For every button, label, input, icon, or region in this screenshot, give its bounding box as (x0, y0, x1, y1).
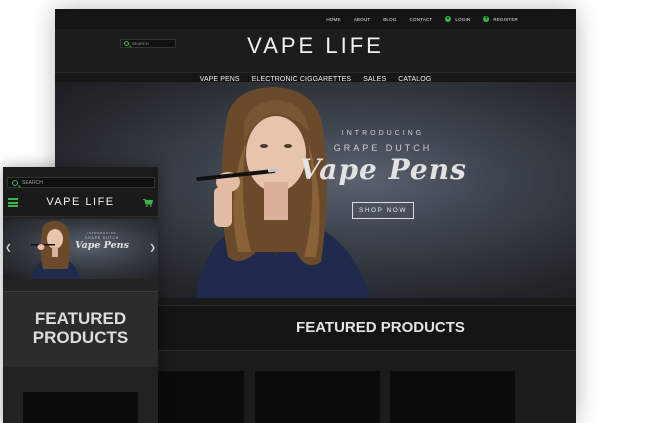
register-link[interactable]: REGISTER (483, 15, 518, 23)
hero-product: GRAPE DUTCH (333, 143, 433, 153)
mobile-product-grid (3, 367, 158, 423)
product-card[interactable] (23, 392, 138, 423)
product-card[interactable] (255, 371, 380, 423)
mobile-hero-intro: INTRODUCING (87, 232, 117, 235)
plus-circle-icon (483, 15, 490, 23)
login-label: LOGIN (455, 16, 471, 22)
mobile-hero-script-title: Vape Pens (75, 240, 129, 251)
product-card[interactable] (390, 371, 515, 423)
hero-copy: INTRODUCING GRAPE DUTCH Vape Pens SHOP N… (293, 130, 473, 219)
chevron-right-icon[interactable]: ❯ (149, 243, 156, 252)
search-input[interactable]: SEARCH (120, 39, 176, 48)
chevron-left-icon[interactable]: ❮ (5, 243, 12, 252)
shop-now-button[interactable]: SHOP NOW (352, 202, 414, 219)
site-header: VAPE LIFE SEARCH (55, 29, 576, 73)
cart-icon[interactable] (143, 199, 153, 207)
mobile-hero-copy: INTRODUCING GRAPE DUTCH Vape Pens (67, 232, 137, 251)
mobile-featured-title-line2: PRODUCTS (32, 328, 129, 347)
contact-link[interactable]: CONTACT (410, 17, 433, 22)
mobile-header: VAPE LIFE (3, 191, 158, 217)
top-links: HOME ABOUT BLOG CONTACT LOGIN REGISTER (313, 9, 518, 29)
search-placeholder: SEARCH (132, 41, 149, 46)
mobile-site-preview: SEARCH VAPE LIFE ❮ ❯ INTRODUCING GRAPE D… (3, 167, 158, 423)
mobile-featured-section: FEATURED PRODUCTS (3, 291, 158, 367)
register-label: REGISTER (493, 16, 518, 22)
hero-intro: INTRODUCING (341, 130, 425, 137)
search-icon (12, 179, 18, 186)
mobile-featured-title-line1: FEATURED (34, 309, 127, 328)
mobile-search-input[interactable]: SEARCH (7, 177, 155, 188)
mockup-stage: HOME ABOUT BLOG CONTACT LOGIN REGISTER V… (0, 0, 655, 423)
user-icon (445, 16, 452, 22)
mobile-hero-banner: ❮ ❯ INTRODUCING GRAPE DUTCH Vape Pens (3, 219, 158, 279)
login-link[interactable]: LOGIN (445, 16, 470, 22)
mobile-logo[interactable]: VAPE LIFE (3, 196, 158, 208)
search-icon (124, 41, 129, 46)
mobile-search-placeholder: SEARCH (22, 179, 43, 186)
blog-link[interactable]: BLOG (383, 17, 396, 22)
hero-script-title: Vape Pens (299, 153, 467, 186)
home-link[interactable]: HOME (326, 17, 340, 22)
mobile-search-bar: SEARCH (3, 167, 158, 191)
mobile-featured-title: FEATURED PRODUCTS (3, 309, 158, 347)
top-bar: HOME ABOUT BLOG CONTACT LOGIN REGISTER (55, 9, 576, 29)
about-link[interactable]: ABOUT (354, 17, 371, 22)
